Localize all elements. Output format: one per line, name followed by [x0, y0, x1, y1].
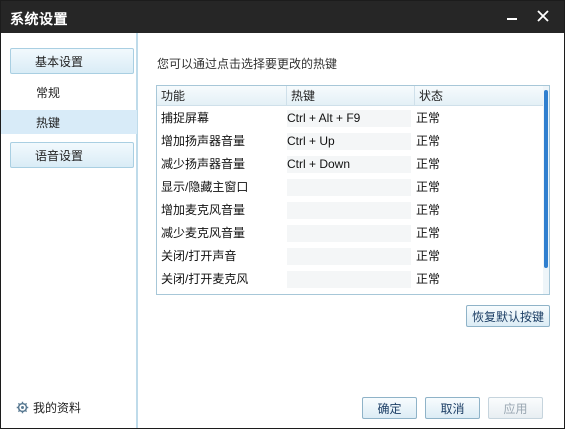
- row-status: 正常: [416, 134, 441, 148]
- row-function: 显示/隐藏主窗口: [161, 180, 249, 194]
- settings-window: 系统设置 基本设置 常规 热键 语音设置 我的资料 您可以通过点击选择要更改的热…: [0, 0, 565, 429]
- table-scrollbar[interactable]: [543, 86, 549, 294]
- column-header-function[interactable]: 功能: [157, 86, 286, 106]
- minimize-icon: [507, 18, 517, 20]
- row-status: 正常: [416, 180, 441, 194]
- restore-defaults-button[interactable]: 恢复默认按键: [466, 305, 550, 327]
- table-row[interactable]: 增加扬声器音量 Ctrl + Up 正常: [157, 130, 545, 153]
- row-function: 减少麦克风音量: [161, 226, 246, 240]
- title-bar[interactable]: 系统设置: [1, 1, 564, 33]
- row-status: 正常: [416, 203, 441, 217]
- my-profile-link[interactable]: 我的资料: [16, 399, 81, 416]
- row-hotkey[interactable]: [287, 245, 411, 268]
- sidebar-item-label: 热键: [36, 115, 61, 130]
- my-profile-label: 我的资料: [33, 401, 82, 415]
- window-title: 系统设置: [10, 11, 68, 27]
- row-function: 关闭/打开麦克风: [161, 272, 249, 286]
- scrollbar-thumb[interactable]: [544, 90, 548, 268]
- row-function: 减少扬声器音量: [161, 157, 246, 171]
- row-hotkey[interactable]: [287, 176, 411, 199]
- row-hotkey[interactable]: [287, 222, 411, 245]
- table-header: 功能 热键 状态: [157, 86, 545, 106]
- cancel-button[interactable]: 取消: [425, 397, 480, 419]
- sidebar-item-general[interactable]: 常规: [1, 80, 137, 104]
- row-status: 正常: [416, 272, 441, 286]
- ok-button[interactable]: 确定: [362, 397, 417, 419]
- table-row[interactable]: 减少麦克风音量 正常: [157, 222, 545, 245]
- sidebar: 基本设置 常规 热键 语音设置: [1, 33, 138, 428]
- sidebar-group-label: 基本设置: [35, 54, 84, 69]
- table-row[interactable]: 关闭/打开麦克风 正常: [157, 268, 545, 291]
- column-header-status[interactable]: 状态: [414, 86, 545, 106]
- sidebar-group-label: 语音设置: [35, 148, 84, 163]
- hotkey-hint: 您可以通过点击选择要更改的热键: [157, 57, 338, 71]
- sidebar-item-label: 常规: [36, 85, 61, 100]
- hotkey-table: 功能 热键 状态 捕捉屏幕 Ctrl + Alt + F9 正常 增加扬声器音量…: [156, 85, 550, 295]
- row-hotkey[interactable]: Ctrl + Down: [287, 153, 411, 176]
- row-hotkey[interactable]: [287, 268, 411, 291]
- row-status: 正常: [416, 226, 441, 240]
- table-row[interactable]: 减少扬声器音量 Ctrl + Down 正常: [157, 153, 545, 176]
- close-icon: [537, 10, 549, 22]
- row-function: 增加麦克风音量: [161, 203, 246, 217]
- sidebar-group-voice-settings[interactable]: 语音设置: [10, 142, 134, 168]
- sidebar-group-basic-settings[interactable]: 基本设置: [10, 48, 134, 74]
- table-row[interactable]: 显示/隐藏主窗口 正常: [157, 176, 545, 199]
- row-function: 增加扬声器音量: [161, 134, 246, 148]
- row-status: 正常: [416, 157, 441, 171]
- apply-button[interactable]: 应用: [488, 397, 543, 419]
- gear-icon: [16, 401, 29, 414]
- table-row[interactable]: 增加麦克风音量 正常: [157, 199, 545, 222]
- row-function: 关闭/打开声音: [161, 249, 237, 263]
- row-hotkey[interactable]: Ctrl + Up: [287, 130, 411, 153]
- minimize-button[interactable]: [498, 3, 526, 29]
- row-status: 正常: [416, 111, 441, 125]
- close-button[interactable]: [529, 3, 557, 29]
- table-row[interactable]: 捕捉屏幕 Ctrl + Alt + F9 正常: [157, 107, 545, 130]
- row-hotkey[interactable]: [287, 199, 411, 222]
- table-row[interactable]: 关闭/打开声音 正常: [157, 245, 545, 268]
- row-hotkey[interactable]: Ctrl + Alt + F9: [287, 107, 411, 130]
- sidebar-item-hotkeys[interactable]: 热键: [1, 110, 137, 134]
- row-status: 正常: [416, 249, 441, 263]
- column-header-hotkey[interactable]: 热键: [286, 86, 414, 106]
- row-function: 捕捉屏幕: [161, 111, 210, 125]
